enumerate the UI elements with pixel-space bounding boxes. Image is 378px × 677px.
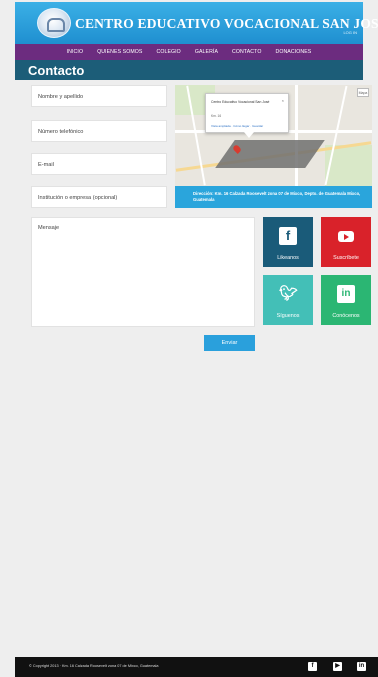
- nav-item-quienes-somos[interactable]: QUIENES SOMOS: [90, 49, 149, 55]
- message-field[interactable]: Mensaje: [31, 217, 255, 327]
- twitter-icon: 🐦︎: [279, 285, 299, 302]
- site-header: CENTRO EDUCATIVO VOCACIONAL SAN JOSÉ LOG…: [15, 2, 378, 44]
- linkedin-tile[interactable]: in Conócenos: [321, 275, 371, 325]
- page-title: Contacto: [28, 63, 85, 78]
- youtube-label: Suscríbete: [333, 255, 359, 261]
- footer-copyright: © Copyright 2013 · Km. 16 Calzada Roosev…: [29, 664, 159, 668]
- name-field[interactable]: Nombre y apellido: [31, 85, 167, 107]
- nav-item-inicio[interactable]: INICIO: [60, 49, 90, 55]
- map-popup-title: Centro Educativo Vocacional San José: [211, 100, 270, 104]
- site-footer: © Copyright 2013 · Km. 16 Calzada Roosev…: [15, 657, 378, 677]
- facebook-label: Likeanos: [277, 255, 299, 261]
- youtube-tile[interactable]: Suscríbete: [321, 217, 371, 267]
- twitter-tile[interactable]: 🐦︎ Síguenos: [263, 275, 313, 325]
- map-road: [295, 85, 298, 186]
- map-marker-shadow: [215, 140, 325, 168]
- map-popup-line: Km. 16: [211, 114, 222, 118]
- page-title-bar: Contacto: [15, 60, 363, 80]
- facebook-icon: f: [279, 227, 297, 245]
- phone-field[interactable]: Número telefónico: [31, 120, 167, 142]
- main-nav: INICIO QUIENES SOMOS COLEGIO GALERÍA CON…: [15, 44, 363, 60]
- linkedin-icon: in: [337, 285, 355, 303]
- nav-item-colegio[interactable]: COLEGIO: [149, 49, 187, 55]
- address-bar: Dirección: Km. 16 Calzada Roosevelt zona…: [175, 186, 372, 208]
- map-type-button[interactable]: Mapa: [357, 88, 369, 97]
- login-link[interactable]: LOG IN: [343, 30, 357, 35]
- location-map[interactable]: Centro Educativo Vocacional San José × K…: [175, 85, 372, 186]
- linkedin-icon[interactable]: in: [357, 662, 366, 671]
- twitter-label: Síguenos: [276, 313, 300, 319]
- youtube-icon: [338, 231, 354, 242]
- email-field[interactable]: E-mail: [31, 153, 167, 175]
- institution-field[interactable]: Institución o empresa (opcional): [31, 186, 167, 208]
- linkedin-label: Conócenos: [332, 313, 360, 319]
- facebook-icon[interactable]: f: [308, 662, 317, 671]
- close-icon[interactable]: ×: [282, 98, 284, 103]
- send-button[interactable]: Enviar: [204, 335, 255, 351]
- youtube-icon[interactable]: ▶: [333, 662, 342, 671]
- nav-item-donaciones[interactable]: DONACIONES: [268, 49, 318, 55]
- school-logo[interactable]: [37, 8, 71, 38]
- nav-item-contacto[interactable]: CONTACTO: [225, 49, 268, 55]
- map-info-window[interactable]: Centro Educativo Vocacional San José × K…: [205, 93, 289, 138]
- nav-item-galeria[interactable]: GALERÍA: [188, 49, 225, 55]
- site-title[interactable]: CENTRO EDUCATIVO VOCACIONAL SAN JOSÉ: [75, 16, 378, 32]
- map-popup-links[interactable]: Vista ampliada · Cómo llegar · Guardar: [211, 124, 263, 128]
- facebook-tile[interactable]: f Likeanos: [263, 217, 313, 267]
